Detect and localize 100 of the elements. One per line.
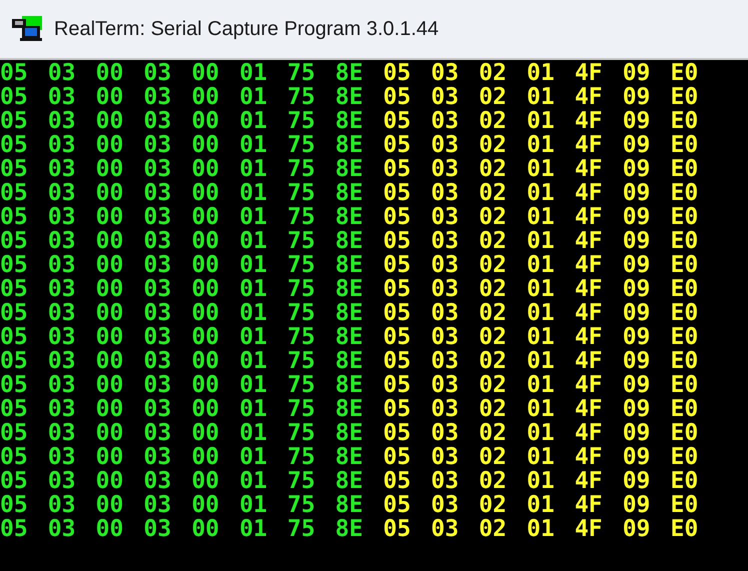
hex-byte: 03 <box>144 133 172 157</box>
hex-byte: 05 <box>0 181 28 205</box>
hex-byte: 09 <box>622 277 650 301</box>
hex-byte: 00 <box>192 493 220 517</box>
hex-byte: 01 <box>526 325 554 349</box>
hex-byte: 03 <box>431 229 459 253</box>
hex-byte: 03 <box>48 373 76 397</box>
hex-byte: 03 <box>431 85 459 109</box>
hex-byte: 01 <box>239 373 268 397</box>
hex-byte: 02 <box>478 205 507 229</box>
hex-byte: E0 <box>670 229 698 253</box>
hex-byte: 03 <box>431 61 459 85</box>
hex-byte: 75 <box>287 277 316 301</box>
hex-byte: 01 <box>239 469 268 493</box>
hex-byte: 75 <box>287 109 316 133</box>
hex-byte: 05 <box>383 469 411 493</box>
hex-byte: 00 <box>192 181 220 205</box>
hex-byte: 03 <box>431 133 459 157</box>
hex-byte: 75 <box>287 205 316 229</box>
hex-byte: 8E <box>335 229 363 253</box>
hex-byte: E0 <box>670 85 698 109</box>
hex-byte: 03 <box>48 349 76 373</box>
hex-byte: 03 <box>48 277 76 301</box>
hex-byte: 09 <box>622 205 650 229</box>
hex-byte: 01 <box>239 493 268 517</box>
hex-byte: E0 <box>670 421 698 445</box>
hex-byte: 05 <box>0 325 28 349</box>
hex-byte: 00 <box>192 469 220 493</box>
hex-byte: 05 <box>0 445 28 469</box>
hex-byte: 00 <box>192 349 220 373</box>
hex-byte: 75 <box>287 397 316 421</box>
hex-byte: 02 <box>478 469 507 493</box>
hex-byte: 8E <box>335 205 363 229</box>
hex-byte: 03 <box>144 85 172 109</box>
hex-byte: 05 <box>0 229 28 253</box>
hex-byte: 4F <box>574 109 602 133</box>
hex-byte: 05 <box>383 445 411 469</box>
hex-byte: 05 <box>383 133 411 157</box>
hex-byte: 4F <box>574 445 602 469</box>
hex-byte: 01 <box>239 133 268 157</box>
hex-byte: 8E <box>335 133 363 157</box>
hex-byte: E0 <box>670 349 698 373</box>
hex-byte: 8E <box>335 493 363 517</box>
hex-byte: 01 <box>526 181 554 205</box>
hex-byte: 09 <box>622 133 650 157</box>
hex-byte: 05 <box>383 373 411 397</box>
hex-byte: 8E <box>335 109 363 133</box>
hex-byte: 02 <box>478 421 507 445</box>
hex-byte: 4F <box>574 157 602 181</box>
hex-byte: 00 <box>96 133 124 157</box>
hex-byte: 03 <box>144 517 172 541</box>
hex-byte: 05 <box>383 493 411 517</box>
hex-byte: 00 <box>96 373 124 397</box>
hex-byte: 00 <box>192 421 220 445</box>
hex-byte: 05 <box>383 301 411 325</box>
hex-byte: 05 <box>0 133 28 157</box>
hex-byte: 03 <box>431 421 459 445</box>
hex-byte: 00 <box>192 397 220 421</box>
hex-byte: 03 <box>431 205 459 229</box>
hex-byte: 03 <box>144 301 172 325</box>
hex-byte: 03 <box>144 493 172 517</box>
hex-byte: 00 <box>96 85 124 109</box>
hex-byte: 03 <box>48 253 76 277</box>
hex-byte: 03 <box>48 85 76 109</box>
hex-byte: 03 <box>431 109 459 133</box>
hex-byte: 01 <box>526 205 554 229</box>
hex-byte: E0 <box>670 517 698 541</box>
hex-byte: E0 <box>670 397 698 421</box>
hex-byte: 09 <box>622 469 650 493</box>
hex-byte: E0 <box>670 493 698 517</box>
hex-byte: 00 <box>192 325 220 349</box>
hex-byte: 8E <box>335 85 363 109</box>
hex-byte: 09 <box>622 517 650 541</box>
hex-byte: 01 <box>239 445 268 469</box>
hex-byte: 05 <box>0 109 28 133</box>
hex-byte: 75 <box>287 373 316 397</box>
hex-byte: 4F <box>574 325 602 349</box>
hex-byte: 01 <box>526 421 554 445</box>
hex-byte: 01 <box>526 157 554 181</box>
hex-byte: 05 <box>0 493 28 517</box>
hex-byte: 75 <box>287 253 316 277</box>
hex-byte: 8E <box>335 277 363 301</box>
hex-byte: 8E <box>335 421 363 445</box>
hex-byte: 00 <box>96 181 124 205</box>
hex-byte: 75 <box>287 421 316 445</box>
hex-byte: 02 <box>478 277 507 301</box>
hex-byte: 00 <box>192 253 220 277</box>
hex-byte: 75 <box>287 325 316 349</box>
hex-byte: 03 <box>431 445 459 469</box>
hex-byte: 05 <box>383 421 411 445</box>
hex-byte: 03 <box>48 445 76 469</box>
hex-byte: 05 <box>383 517 411 541</box>
hex-byte: 01 <box>526 85 554 109</box>
hex-byte: 4F <box>574 229 602 253</box>
hex-byte: 05 <box>0 85 28 109</box>
hex-byte: 75 <box>287 445 316 469</box>
hex-byte: 8E <box>335 445 363 469</box>
hex-byte: 00 <box>96 469 124 493</box>
hex-byte: 03 <box>48 157 76 181</box>
hex-byte: 03 <box>144 349 172 373</box>
